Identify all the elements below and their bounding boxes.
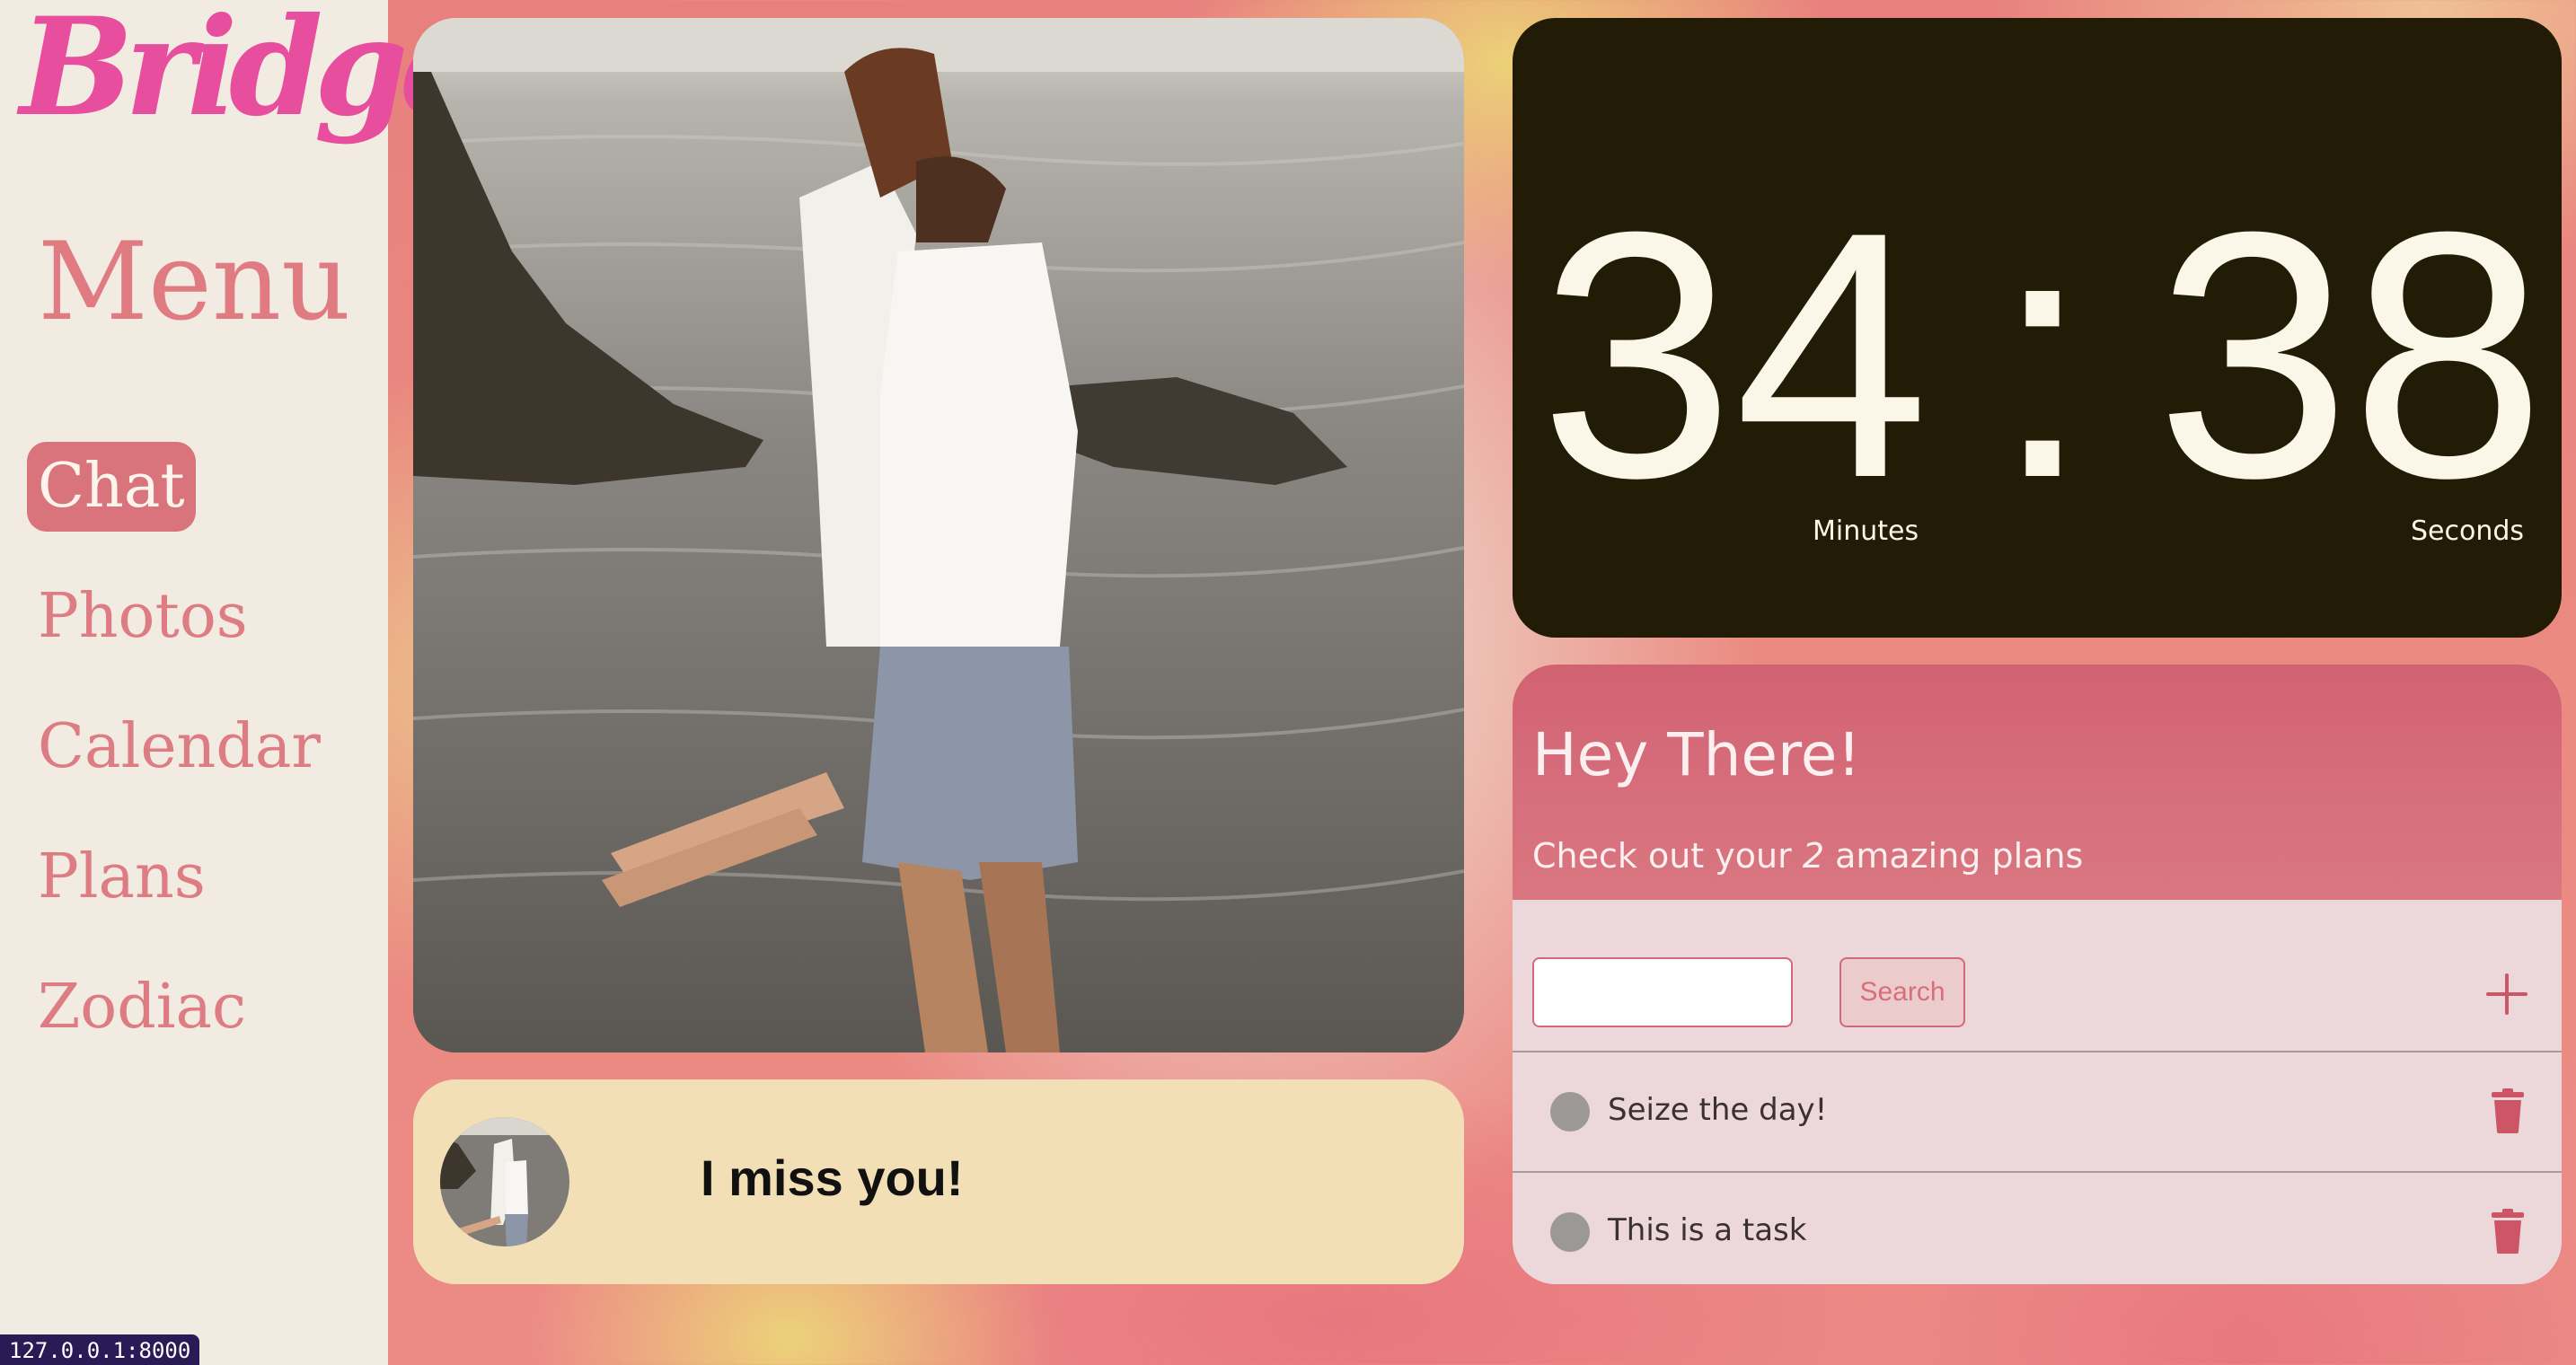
search-input[interactable] bbox=[1532, 957, 1793, 1027]
plans-title: Hey There! bbox=[1532, 720, 1861, 789]
status-url: 127.0.0.1:8000 bbox=[0, 1334, 200, 1365]
plans-subtitle: Check out your 2 amazing plans bbox=[1532, 839, 2083, 873]
task-text: Seize the day! bbox=[1608, 1092, 1828, 1128]
nav-item-chat[interactable]: Chat bbox=[27, 442, 196, 532]
avatar bbox=[440, 1117, 569, 1246]
plans-header: Hey There! Check out your 2 amazing plan… bbox=[1513, 665, 2562, 900]
menu-title: Menu bbox=[38, 220, 351, 345]
countdown-timer: 34 : 38 Minutes Seconds bbox=[1513, 18, 2562, 638]
timer-digits: 34 : 38 bbox=[1539, 180, 2545, 530]
seconds-label: Seconds bbox=[2411, 515, 2525, 547]
message-card[interactable]: I miss you! bbox=[413, 1079, 1464, 1284]
timer-seconds: 38 bbox=[2156, 159, 2545, 550]
nav-item-photos[interactable]: Photos bbox=[27, 572, 259, 662]
main-nav: Chat Photos Calendar Plans Zodiac bbox=[27, 442, 368, 1093]
trash-icon[interactable] bbox=[2490, 1088, 2526, 1133]
task-item: This is a task bbox=[1513, 1173, 2562, 1284]
plans-count: 2 bbox=[1802, 836, 1825, 876]
search-row: Search bbox=[1513, 900, 2562, 1052]
task-text: This is a task bbox=[1608, 1212, 1807, 1248]
timer-minutes: 34 bbox=[1539, 159, 1929, 550]
sidebar: Bridge Menu Chat Photos Calendar Plans Z… bbox=[0, 0, 485, 1365]
nav-item-plans[interactable]: Plans bbox=[27, 832, 216, 922]
plans-subtitle-prefix: Check out your bbox=[1532, 836, 1792, 876]
task-item: Seize the day! bbox=[1513, 1052, 2562, 1173]
message-text: I miss you! bbox=[701, 1149, 964, 1206]
minutes-label: Minutes bbox=[1813, 515, 1919, 547]
plans-panel: Hey There! Check out your 2 amazing plan… bbox=[1513, 665, 2562, 1284]
task-checkbox[interactable] bbox=[1550, 1092, 1590, 1132]
nav-item-calendar[interactable]: Calendar bbox=[27, 702, 331, 792]
plans-subtitle-suffix: amazing plans bbox=[1835, 836, 2084, 876]
task-checkbox[interactable] bbox=[1550, 1212, 1590, 1252]
trash-icon[interactable] bbox=[2490, 1209, 2526, 1254]
add-plan-icon[interactable] bbox=[2484, 972, 2529, 1017]
couple-photo bbox=[413, 18, 1464, 1052]
nav-item-zodiac[interactable]: Zodiac bbox=[27, 963, 257, 1052]
search-button[interactable]: Search bbox=[1839, 957, 1965, 1027]
app-logo[interactable]: Bridge bbox=[20, 0, 485, 135]
timer-separator: : bbox=[1993, 159, 2092, 550]
